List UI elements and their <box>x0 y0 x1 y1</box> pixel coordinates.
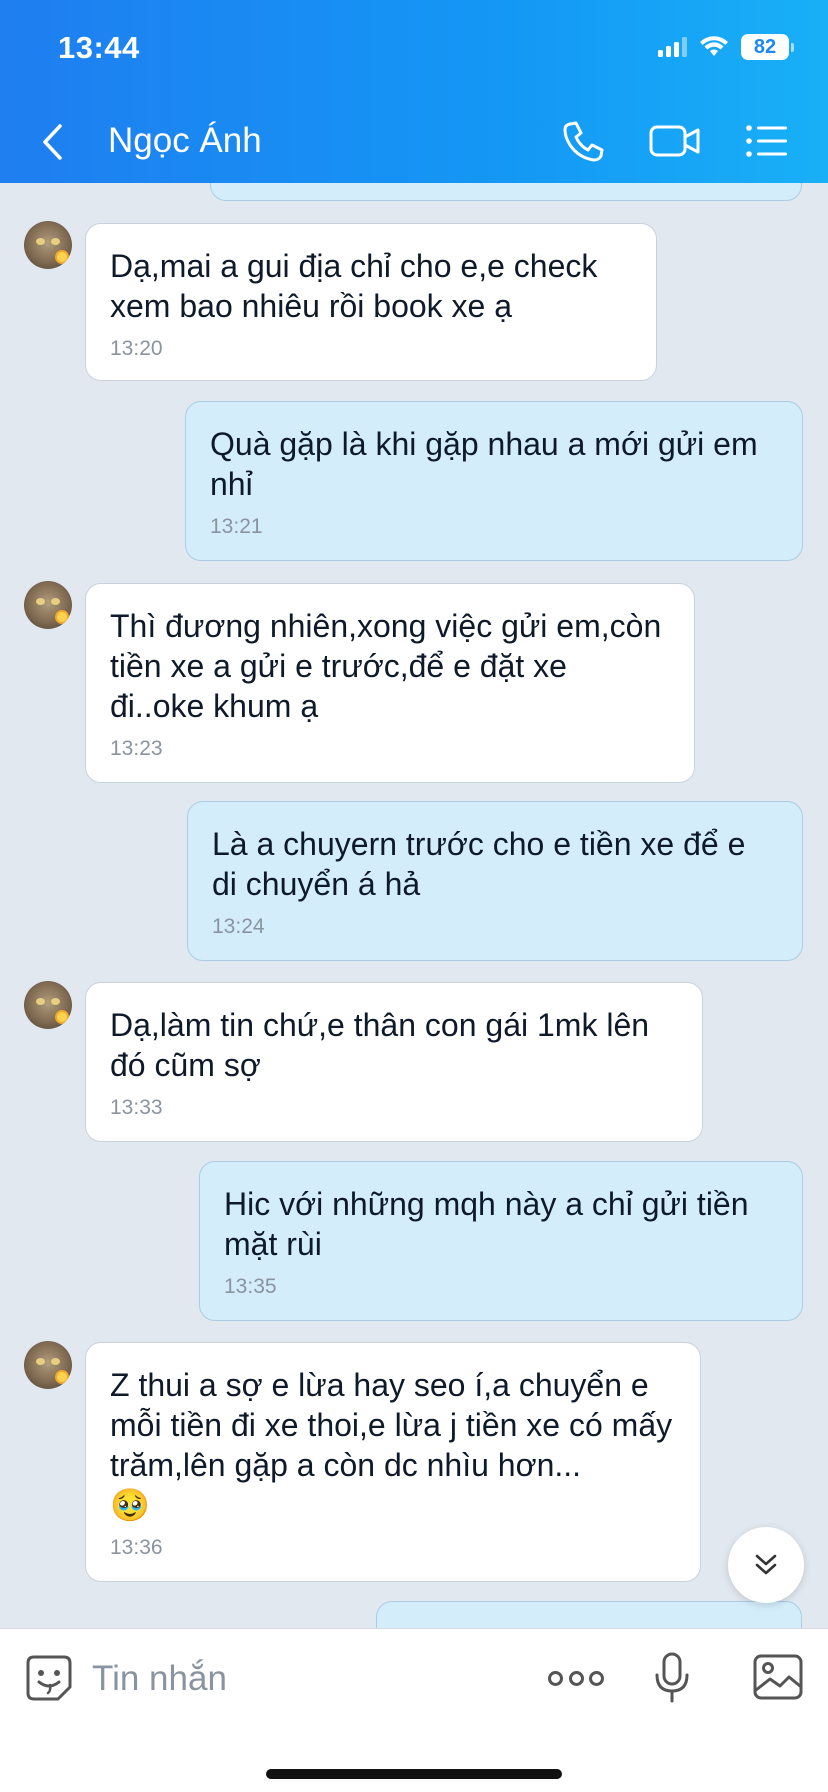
voice-call-button[interactable] <box>558 116 608 166</box>
message-bubble-partial[interactable] <box>210 183 802 201</box>
message-time: 13:23 <box>110 737 163 760</box>
microphone-icon <box>655 1652 689 1703</box>
message-time: 13:20 <box>110 337 163 360</box>
message-bubble-outgoing[interactable]: Quà gặp là khi gặp nhau a mới gửi em nhỉ… <box>185 401 803 561</box>
cellular-signal-icon <box>658 37 687 57</box>
message-time: 13:33 <box>110 1096 163 1119</box>
voice-message-button[interactable] <box>652 1651 692 1705</box>
message-bubble-incoming[interactable]: Thì đương nhiên,xong việc gửi em,còn tiề… <box>85 583 695 783</box>
contact-avatar[interactable] <box>24 981 72 1029</box>
video-call-icon <box>649 125 700 157</box>
more-options-button[interactable] <box>548 1662 604 1694</box>
phone-icon <box>563 121 604 162</box>
message-time: 13:24 <box>212 915 265 938</box>
image-icon <box>753 1654 803 1700</box>
message-bubble-partial[interactable] <box>376 1601 802 1628</box>
menu-list-icon <box>746 125 787 157</box>
send-image-button[interactable] <box>752 1653 804 1701</box>
message-text: Dạ,mai a gui địa chỉ cho e,e check xem b… <box>110 248 598 324</box>
message-text: Là a chuyern trước cho e tiền xe để e di… <box>212 826 746 902</box>
message-bubble-outgoing[interactable]: Hic với những mqh này a chỉ gửi tiền mặt… <box>199 1161 803 1321</box>
more-dots-icon <box>568 1670 584 1686</box>
back-button[interactable] <box>40 118 76 166</box>
message-input[interactable] <box>92 1651 522 1707</box>
scroll-down-icon <box>755 1554 777 1575</box>
message-time: 13:36 <box>110 1536 163 1559</box>
wifi-icon <box>700 36 728 56</box>
back-icon <box>43 124 62 160</box>
more-dots-icon <box>589 1670 604 1686</box>
message-text: Quà gặp là khi gặp nhau a mới gửi em nhỉ <box>210 426 758 502</box>
message-bubble-incoming[interactable]: Z thui a sợ e lừa hay seo í,a chuyển e m… <box>85 1342 701 1582</box>
chat-options-button[interactable] <box>742 116 792 166</box>
video-call-button[interactable] <box>648 116 702 166</box>
message-emoji: 🥹 <box>110 1487 150 1523</box>
message-text: Thì đương nhiên,xong việc gửi em,còn tiề… <box>110 608 662 724</box>
message-bubble-incoming[interactable]: Dạ,làm tin chứ,e thân con gái 1mk lên đó… <box>85 982 703 1142</box>
sticker-button[interactable] <box>24 1653 74 1703</box>
contact-avatar[interactable] <box>24 221 72 269</box>
more-dots-icon <box>548 1670 563 1686</box>
home-indicator <box>266 1769 562 1779</box>
scroll-to-bottom-button[interactable] <box>728 1527 804 1603</box>
battery-icon: 82 <box>741 34 789 60</box>
message-text: Z thui a sợ e lừa hay seo í,a chuyển e m… <box>110 1367 673 1483</box>
status-time: 13:44 <box>58 30 140 65</box>
emoji-sticker-icon <box>26 1655 72 1701</box>
message-bubble-outgoing[interactable]: Là a chuyern trước cho e tiền xe để e di… <box>187 801 803 961</box>
status-icons: 82 <box>658 34 794 60</box>
battery-cap <box>791 42 794 52</box>
message-bubble-incoming[interactable]: Dạ,mai a gui địa chỉ cho e,e check xem b… <box>85 223 657 381</box>
message-text: Hic với những mqh này a chỉ gửi tiền mặt… <box>224 1186 749 1262</box>
contact-avatar[interactable] <box>24 581 72 629</box>
message-list[interactable]: Dạ,mai a gui địa chỉ cho e,e check xem b… <box>0 183 828 1628</box>
chat-header: 13:44 82 Ngọc Ánh <box>0 0 828 183</box>
message-input-bar <box>0 1628 828 1792</box>
message-text: Dạ,làm tin chứ,e thân con gái 1mk lên đó… <box>110 1007 650 1083</box>
contact-avatar[interactable] <box>24 1341 72 1389</box>
message-time: 13:21 <box>210 515 263 538</box>
contact-name[interactable]: Ngọc Ánh <box>108 121 262 161</box>
message-time: 13:35 <box>224 1275 277 1298</box>
